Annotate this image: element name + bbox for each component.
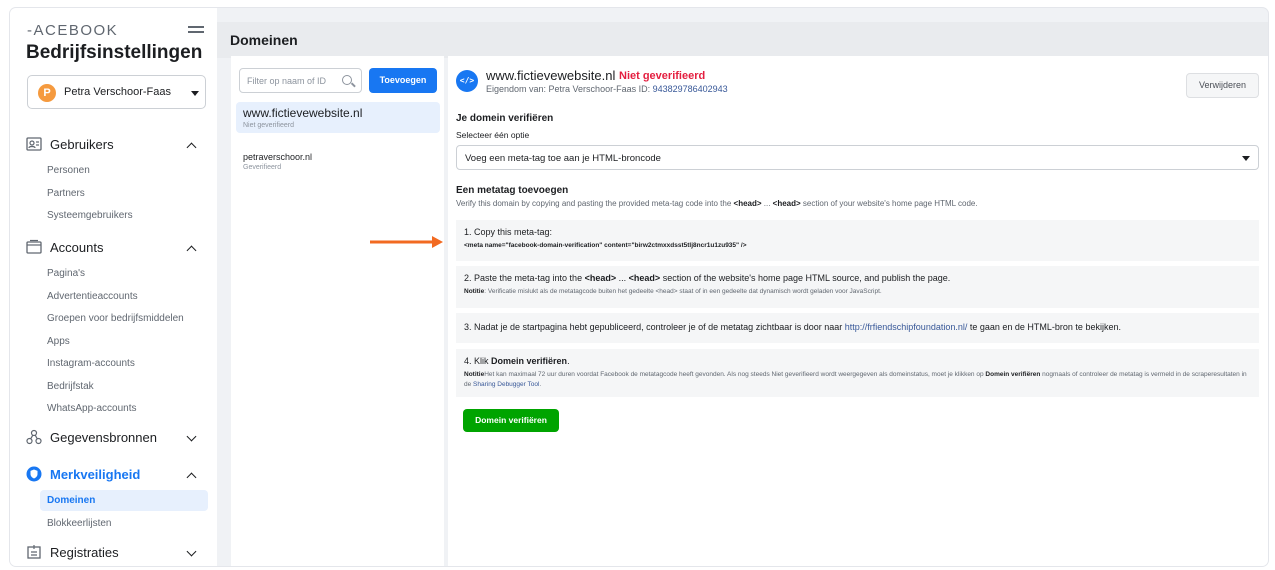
search-icon: [342, 75, 352, 85]
owner-id: 943829786402943: [652, 84, 728, 94]
registrations-icon: [27, 545, 41, 559]
sidebar-item-bedrijfstak[interactable]: Bedrijfstak: [47, 381, 94, 392]
domain-list-item[interactable]: www.fictievewebsite.nl Niet geverifieerd: [236, 102, 440, 133]
chevron-up-icon[interactable]: [186, 245, 197, 256]
sidebar-item-partners[interactable]: Partners: [47, 188, 85, 199]
sidebar-item-domeinen[interactable]: Domeinen: [40, 490, 208, 511]
owner-text: Eigendom van: Petra Verschoor-Faas ID:: [486, 84, 651, 94]
sidebar-item-blokkeerlijsten[interactable]: Blokkeerlijsten: [47, 518, 111, 529]
add-button[interactable]: Toevoegen: [369, 68, 437, 93]
sidebar-item-apps[interactable]: Apps: [47, 336, 70, 347]
metatag-description: Verify this domain by copying and pastin…: [456, 199, 978, 208]
chevron-down-icon[interactable]: [186, 431, 197, 442]
app-window: -ACEBOOK Bedrijfsinstellingen P Petra Ve…: [10, 8, 1268, 566]
avatar: P: [38, 84, 56, 102]
verification-method-select[interactable]: Voeg een meta-tag toe aan je HTML-bronco…: [456, 145, 1259, 170]
sharing-debugger-link[interactable]: Sharing Debugger Tool: [473, 381, 539, 388]
sidebar-item-systeemgebruikers[interactable]: Systeemgebruikers: [47, 210, 133, 221]
sidebar-item-paginas[interactable]: Pagina's: [47, 268, 85, 279]
chevron-up-icon[interactable]: [186, 472, 197, 483]
step-paste-metatag: 2. Paste the meta-tag into the <head> ..…: [456, 266, 1259, 308]
domain-list-panel: Filter op naam of ID Toevoegen www.ficti…: [231, 56, 444, 566]
brand-logo: -ACEBOOK: [27, 22, 119, 39]
sidebar-section-label: Gegevensbronnen: [50, 429, 157, 445]
metatag-heading: Een metatag toevoegen: [456, 185, 569, 196]
caret-down-icon: [1242, 156, 1250, 161]
sidebar-item-groepen[interactable]: Groepen voor bedrijfsmiddelen: [47, 313, 184, 324]
users-icon: [26, 137, 42, 151]
verify-heading: Je domein verifiëren: [456, 113, 554, 124]
selected-option: Voeg een meta-tag toe aan je HTML-bronco…: [465, 153, 661, 164]
remove-button[interactable]: Verwijderen: [1186, 73, 1259, 98]
hamburger-menu-icon[interactable]: [188, 26, 204, 38]
status-badge: Niet geverifieerd: [619, 70, 706, 82]
caret-down-icon: [191, 91, 199, 96]
metatag-code[interactable]: <meta name="facebook-domain-verification…: [464, 242, 1251, 249]
annotation-arrow-icon: [370, 236, 443, 248]
chevron-up-icon[interactable]: [186, 142, 197, 153]
sidebar: -ACEBOOK Bedrijfsinstellingen P Petra Ve…: [10, 8, 217, 566]
step-text: 2. Paste the meta-tag into the <head> ..…: [464, 273, 951, 283]
site-link[interactable]: http://frfiendschipfoundation.nl/: [845, 322, 968, 332]
data-sources-icon: [26, 429, 42, 445]
sidebar-section-merkveiligheid[interactable]: Merkveiligheid: [26, 466, 140, 482]
sidebar-item-whatsapp[interactable]: WhatsApp-accounts: [47, 403, 137, 414]
filter-placeholder: Filter op naam of ID: [247, 76, 327, 86]
account-selector[interactable]: P Petra Verschoor-Faas: [27, 75, 206, 109]
sidebar-section-label: Registraties: [50, 544, 119, 560]
domain-status: Niet geverifieerd: [243, 122, 294, 129]
step-text: 1. Copy this meta-tag:: [464, 227, 553, 237]
section-title: Domeinen: [230, 32, 298, 48]
domain-name: www.fictievewebsite.nl: [243, 106, 363, 120]
owner-info: Eigendom van: Petra Verschoor-Faas ID: 9…: [486, 84, 728, 94]
step-check-metatag: 3. Nadat je de startpagina hebt gepublic…: [456, 313, 1259, 343]
sidebar-item-advertentieaccounts[interactable]: Advertentieaccounts: [47, 291, 138, 302]
step-copy-metatag: 1. Copy this meta-tag: <meta name="faceb…: [456, 220, 1259, 261]
sidebar-section-registraties[interactable]: Registraties: [26, 544, 119, 560]
step-note: Notitie: Verificatie mislukt als de meta…: [464, 288, 882, 295]
sidebar-section-label: Accounts: [50, 239, 104, 255]
page-title: Bedrijfsinstellingen: [26, 42, 203, 63]
code-icon: </>: [456, 70, 478, 92]
sidebar-section-label: Merkveiligheid: [50, 466, 141, 482]
header: Domeinen: [217, 22, 1268, 58]
domain-status: Geverifieerd: [243, 164, 282, 171]
sidebar-section-label: Gebruikers: [50, 136, 114, 152]
select-label: Selecteer één optie: [456, 130, 530, 140]
accounts-icon: [26, 239, 42, 254]
sidebar-section-accounts[interactable]: Accounts: [26, 239, 103, 255]
step-text: 4. Klik Domein verifiëren.: [464, 356, 570, 366]
domain-name: petraverschoor.nl: [243, 152, 313, 162]
filter-input[interactable]: Filter op naam of ID: [239, 68, 362, 93]
domain-title: www.fictievewebsite.nl: [486, 68, 616, 83]
chevron-down-icon[interactable]: [186, 546, 197, 557]
sidebar-item-instagram[interactable]: Instagram-accounts: [47, 358, 135, 369]
step-note: NotitieHet kan maximaal 72 uur duren voo…: [464, 371, 1247, 388]
domain-list-item[interactable]: petraverschoor.nl Geverifieerd: [236, 148, 440, 175]
step-text: 3. Nadat je de startpagina hebt gepublic…: [464, 322, 1121, 332]
step-click-verify: 4. Klik Domein verifiëren. NotitieHet ka…: [456, 349, 1259, 397]
sidebar-item-personen[interactable]: Personen: [47, 165, 90, 176]
sidebar-section-gegevensbronnen[interactable]: Gegevensbronnen: [26, 429, 157, 445]
shield-icon: [26, 466, 42, 482]
domain-detail-panel: </> www.fictievewebsite.nl Niet geverifi…: [448, 56, 1268, 566]
verify-domain-button[interactable]: Domein verifiëren: [463, 409, 559, 432]
account-name: Petra Verschoor-Faas: [64, 86, 171, 98]
sidebar-section-gebruikers[interactable]: Gebruikers: [26, 136, 114, 152]
